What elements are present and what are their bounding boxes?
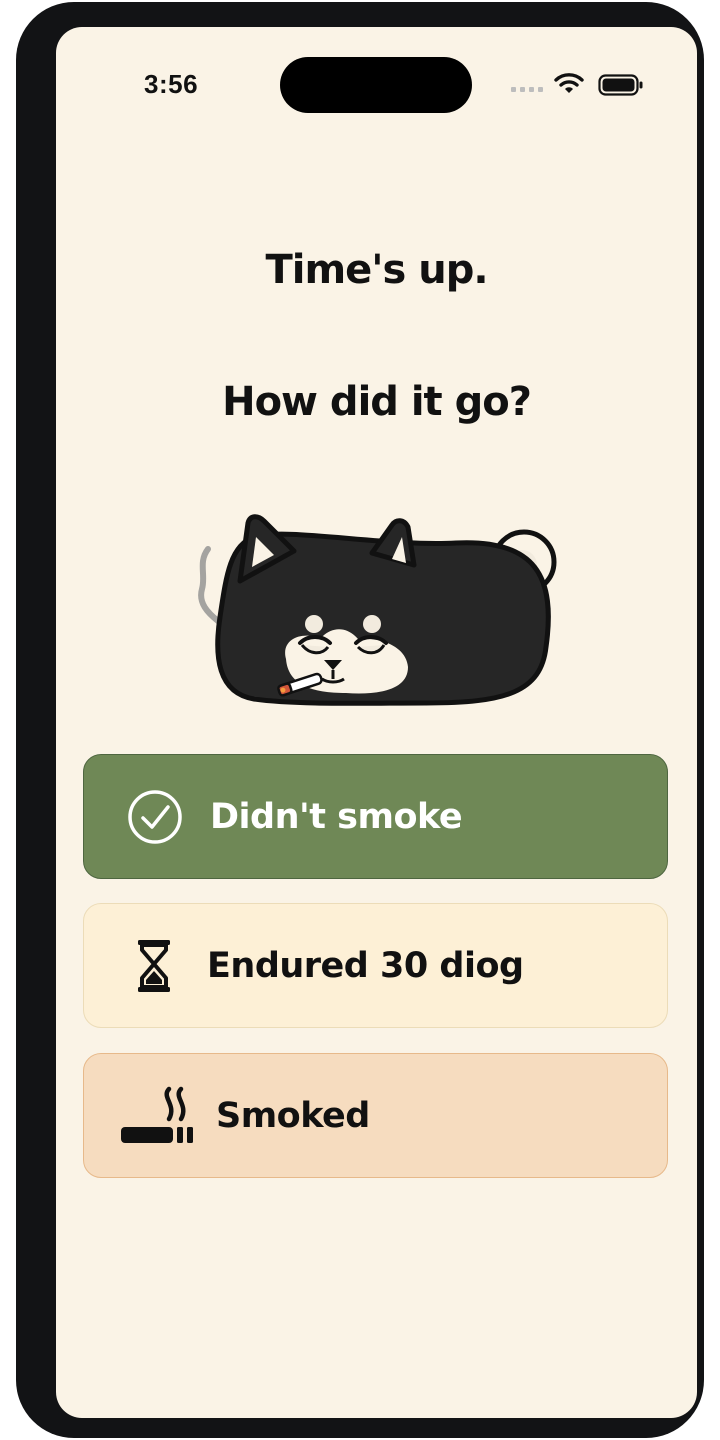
- cellular-signal-icon: [511, 87, 543, 92]
- app-screen: 3:56 Time's up. How did it go? Didn't sm…: [56, 27, 697, 1418]
- dynamic-island: [280, 57, 472, 113]
- battery-icon: [598, 74, 643, 96]
- smoking-dog-mascot-icon: [198, 514, 557, 706]
- check-circle-icon: [128, 789, 182, 844]
- wifi-icon: [554, 73, 584, 93]
- option-didnt-smoke-label: Didn't smoke: [210, 796, 463, 837]
- hourglass-icon: [138, 939, 170, 992]
- heading-how-did-it-go: How did it go?: [222, 379, 532, 425]
- option-endured-label: Endured 30 diog: [207, 945, 524, 986]
- option-didnt-smoke-button[interactable]: Didn't smoke: [83, 754, 668, 879]
- phone-frame: 3:56 Time's up. How did it go? Didn't sm…: [16, 2, 704, 1438]
- status-time: 3:56: [144, 69, 199, 99]
- option-smoked-button[interactable]: Smoked: [83, 1053, 668, 1178]
- option-endured-button[interactable]: Endured 30 diog: [83, 903, 668, 1028]
- status-bar: 3:56: [56, 27, 697, 127]
- cigarette-icon: [121, 1086, 193, 1143]
- option-smoked-label: Smoked: [216, 1095, 370, 1136]
- heading-times-up: Time's up.: [265, 247, 488, 293]
